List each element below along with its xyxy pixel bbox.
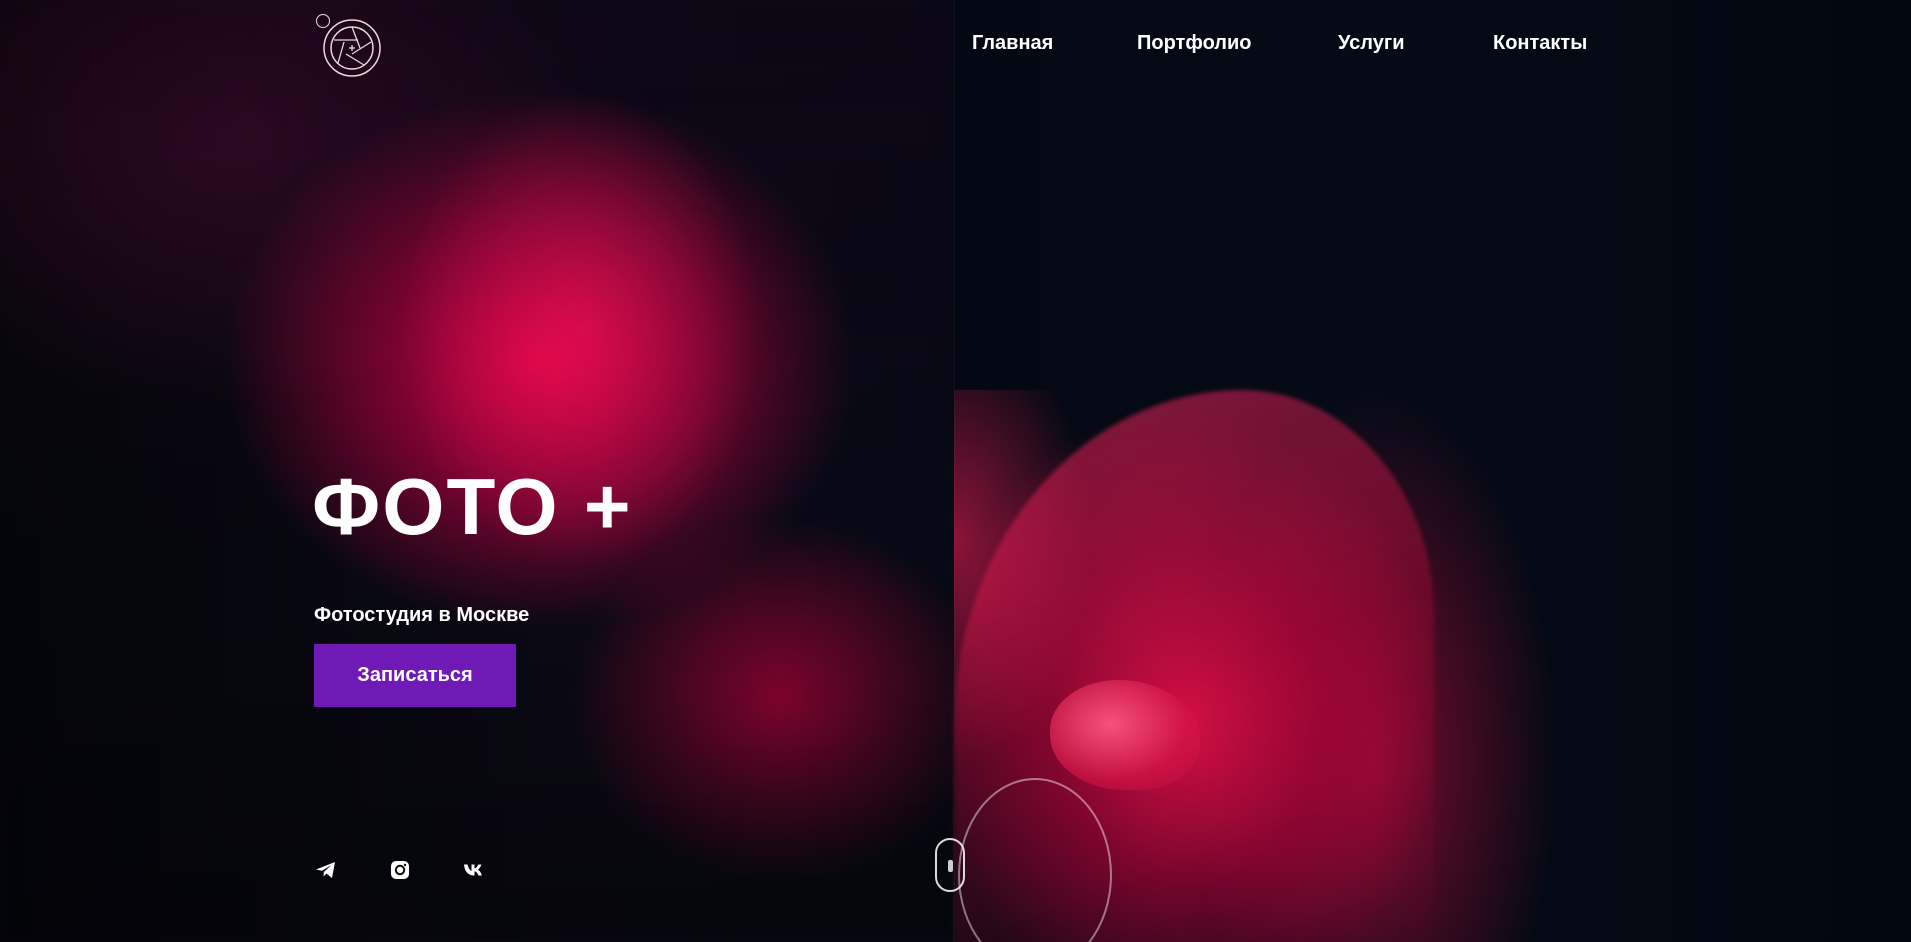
nav-item-portfolio[interactable]: Портфолио xyxy=(1137,32,1252,55)
nav-item-contacts[interactable]: Контакты xyxy=(1493,32,1587,55)
telegram-svg xyxy=(316,862,335,878)
scroll-wheel xyxy=(948,860,953,872)
vk-icon[interactable] xyxy=(462,858,486,882)
nav-item-home[interactable]: Главная xyxy=(972,32,1053,55)
hero-title: ФОТО + xyxy=(312,462,633,551)
hero-page: Главная Портфолио Услуги Контакты ФОТО +… xyxy=(0,0,1911,942)
mouse-scroll-icon[interactable] xyxy=(935,838,965,892)
nav-item-services[interactable]: Услуги xyxy=(1338,32,1405,55)
camera-aperture-icon[interactable] xyxy=(322,18,382,78)
telegram-icon[interactable] xyxy=(314,858,338,882)
hero-subtitle: Фотостудия в Москве xyxy=(314,604,530,626)
instagram-icon[interactable] xyxy=(388,858,412,882)
vk-svg xyxy=(464,864,482,876)
signup-button[interactable]: Записаться xyxy=(314,644,516,707)
logo-svg xyxy=(323,19,381,77)
instagram-svg xyxy=(391,861,409,879)
